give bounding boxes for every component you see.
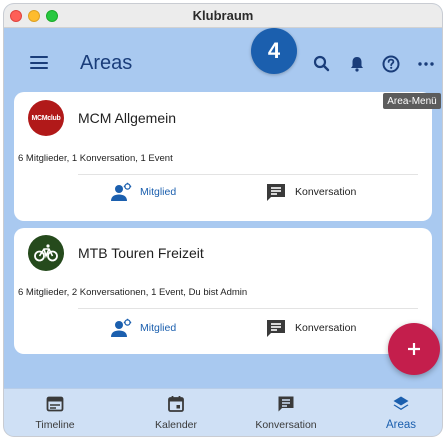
app-bar: Areas 4 xyxy=(4,28,442,88)
area-meta: 6 Mitglieder, 1 Konversation, 1 Event xyxy=(18,153,173,164)
more-icon[interactable] xyxy=(416,54,436,74)
conversation-icon xyxy=(267,320,285,337)
area-meta: 6 Mitglieder, 2 Konversationen, 1 Event,… xyxy=(18,287,248,298)
search-icon[interactable] xyxy=(312,54,332,74)
conversation-button[interactable]: Konversation xyxy=(265,182,356,202)
bottom-navigation: Timeline Kalender Konversation Areas xyxy=(4,388,442,436)
calendar-icon xyxy=(168,396,184,412)
bell-icon[interactable] xyxy=(347,54,367,74)
conversation-icon xyxy=(278,396,294,412)
help-icon[interactable] xyxy=(381,54,401,74)
title-bar: Klubraum xyxy=(4,4,442,28)
member-button[interactable]: Mitglied xyxy=(110,182,176,202)
nav-item-konversation[interactable]: Konversation xyxy=(236,389,336,436)
bicycle-icon xyxy=(34,244,58,262)
area-card[interactable]: MTB Touren Freizeit 6 Mitglieder, 2 Konv… xyxy=(14,228,432,354)
areas-icon xyxy=(393,396,409,410)
nav-item-kalender[interactable]: Kalender xyxy=(126,389,226,436)
area-title: MTB Touren Freizeit xyxy=(78,245,204,261)
area-avatar: MCMclub xyxy=(28,100,64,136)
add-area-button[interactable] xyxy=(388,323,440,375)
menu-icon[interactable] xyxy=(30,56,48,70)
member-icon xyxy=(111,318,132,337)
area-menu-tooltip: Area-Menü xyxy=(383,93,441,109)
divider xyxy=(78,308,418,309)
divider xyxy=(78,174,418,175)
member-button[interactable]: Mitglied xyxy=(110,318,176,338)
area-avatar xyxy=(28,235,64,271)
conversation-button[interactable]: Konversation xyxy=(265,318,356,338)
app-window: Klubraum Areas 4 MCMclub MCM Allgemein 6… xyxy=(4,4,442,436)
conversation-icon xyxy=(267,184,285,201)
area-card[interactable]: MCMclub MCM Allgemein 6 Mitglieder, 1 Ko… xyxy=(14,92,432,221)
plus-icon xyxy=(408,343,420,355)
page-title: Areas xyxy=(80,52,133,74)
window-title: Klubraum xyxy=(192,8,254,23)
nav-item-timeline[interactable]: Timeline xyxy=(5,389,105,436)
areas-list: MCMclub MCM Allgemein 6 Mitglieder, 1 Ko… xyxy=(4,88,442,388)
step-badge: 4 xyxy=(251,28,297,74)
nav-item-areas[interactable]: Areas xyxy=(351,389,442,436)
timeline-icon xyxy=(46,396,64,412)
area-title: MCM Allgemein xyxy=(78,110,177,126)
member-icon xyxy=(111,182,132,201)
